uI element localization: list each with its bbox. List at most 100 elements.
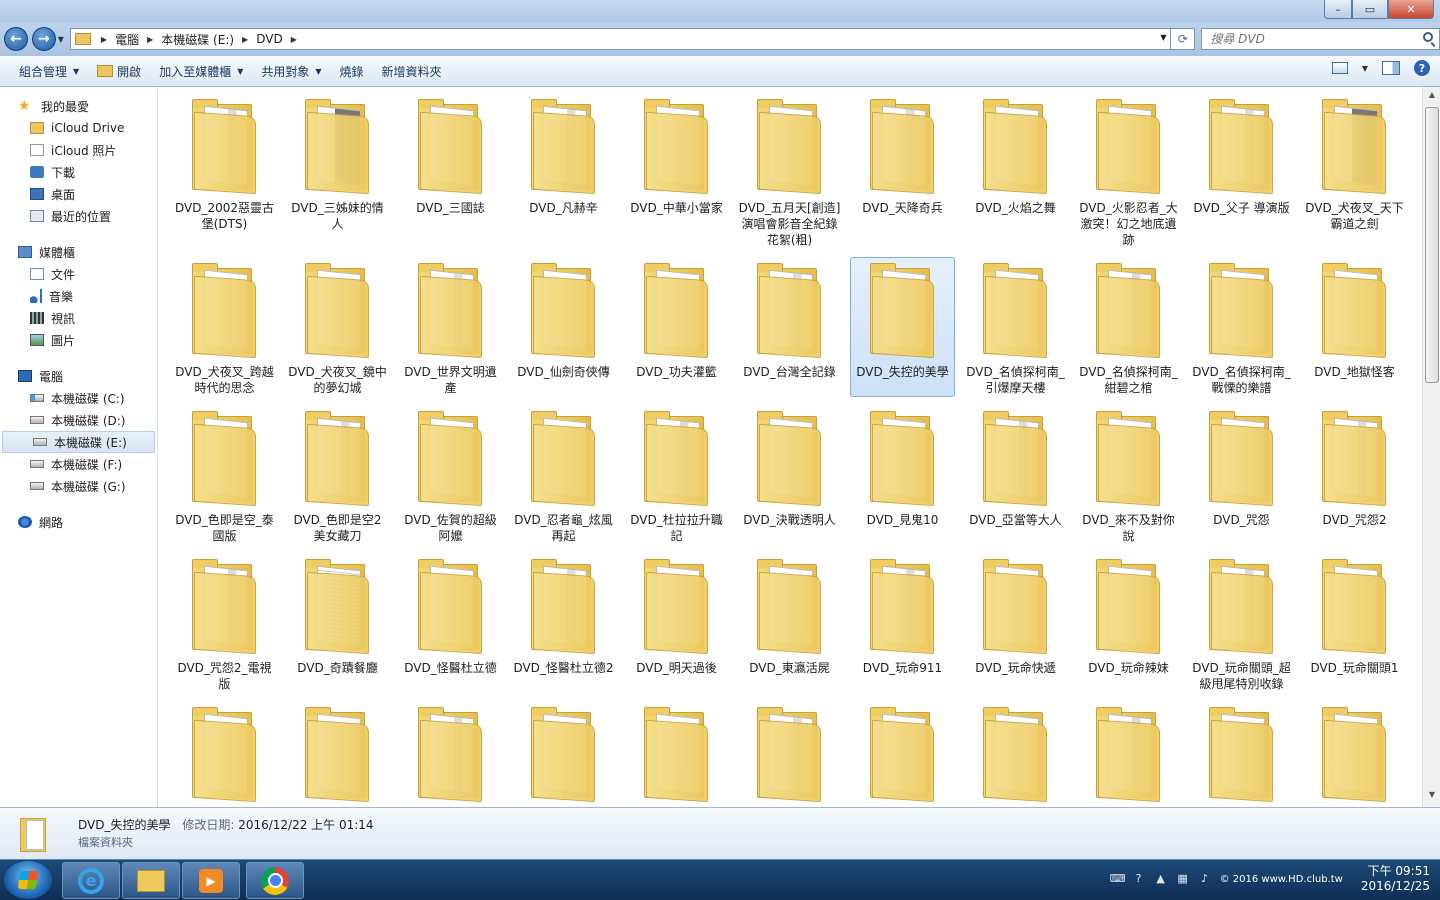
taskbar-windows-explorer[interactable] <box>122 862 180 899</box>
chevron-right-icon[interactable]: ▶ <box>287 35 301 44</box>
share-button[interactable]: 共用對象 ▼ <box>252 59 330 83</box>
folder-item[interactable]: DVD_玩命關頭3_東京甩尾 <box>285 701 390 807</box>
sidebar-item-recent-places[interactable]: 最近的位置 <box>0 205 157 227</box>
address-dropdown-icon[interactable]: ▼ <box>1160 33 1166 42</box>
folder-item[interactable]: DVD_明天過後 <box>624 553 729 693</box>
chevron-right-icon[interactable]: ▶ <box>97 35 111 44</box>
folder-item[interactable]: DVD_火影忍者_大激突！幻之地底遺跡 <box>1076 93 1181 249</box>
sidebar-item-drive-e[interactable]: 本機磁碟 (E:) <box>2 431 155 453</box>
folder-item[interactable]: DVD_咒怨2_電視版 <box>172 553 277 693</box>
chevron-right-icon[interactable]: ▶ <box>143 35 157 44</box>
help-icon[interactable]: ? <box>1414 60 1430 76</box>
folder-item[interactable]: DVD_父子 導演版 <box>1189 93 1294 249</box>
search-icon[interactable] <box>1423 32 1433 42</box>
folder-item[interactable]: DVD_功夫灌籃 <box>624 257 729 397</box>
refresh-button[interactable]: ⟳ <box>1171 28 1196 50</box>
network-icon[interactable]: ▦ <box>1176 872 1190 886</box>
sidebar-item-drive-c[interactable]: 本機磁碟 (C:) <box>0 387 157 409</box>
sidebar-item-documents[interactable]: 文件 <box>0 263 157 285</box>
forward-button[interactable]: → <box>31 27 56 51</box>
folder-item[interactable]: DVD_花田少年史 <box>511 701 616 807</box>
search-box[interactable] <box>1201 28 1440 50</box>
sidebar-item-desktop[interactable]: 桌面 <box>0 183 157 205</box>
minimize-button[interactable]: – <box>1324 0 1352 19</box>
chevron-up-icon[interactable]: ▲ <box>1154 872 1168 886</box>
preview-pane-icon[interactable] <box>1382 61 1400 75</box>
folder-item[interactable]: DVD_芳心朵朵開 <box>737 701 842 807</box>
speaker-icon[interactable]: ♪ <box>1198 872 1212 886</box>
folder-item[interactable]: DVD_亞當等大人 <box>963 405 1068 545</box>
taskbar-media-player[interactable]: ▶ <box>182 862 240 899</box>
open-button[interactable]: 開啟 <box>88 59 150 83</box>
scroll-thumb[interactable] <box>1425 107 1439 383</box>
sidebar-item-drive-f[interactable]: 本機磁碟 (F:) <box>0 453 157 475</box>
sidebar-item-videos[interactable]: 視訊 <box>0 307 157 329</box>
folder-item[interactable]: DVD_來不及對你說 <box>1076 405 1181 545</box>
folder-item[interactable]: DVD_玩命911 <box>850 553 955 693</box>
folder-item[interactable]: DVD_色即是空_泰國版 <box>172 405 277 545</box>
folder-item[interactable]: DVD_見鬼10 <box>850 405 955 545</box>
keyboard-icon[interactable]: ⌨ <box>1110 872 1126 886</box>
new-folder-button[interactable]: 新增資料夾 <box>373 59 451 83</box>
folder-item[interactable]: DVD_名偵探柯南_戰慄的樂譜 <box>1189 257 1294 397</box>
folder-item[interactable]: DVD_名偵探柯南_引爆摩天樓 <box>963 257 1068 397</box>
folder-item[interactable]: DVD_失控的美學 <box>850 257 955 397</box>
add-to-library-button[interactable]: 加入至媒體櫃 ▼ <box>150 59 252 83</box>
change-view-icon[interactable] <box>1331 62 1348 74</box>
sidebar-item-network[interactable]: 網路 <box>0 511 157 533</box>
folder-item[interactable]: DVD_活屍日記 <box>1189 701 1294 807</box>
sidebar-item-downloads[interactable]: 下載 <box>0 161 157 183</box>
folder-item[interactable]: DVD_五月天[創造]演唱會影音全紀錄花絮(粗) <box>737 93 842 249</box>
organize-button[interactable]: 組合管理 ▼ <box>10 59 88 83</box>
folder-item[interactable]: DVD_美女食神 <box>1302 701 1407 807</box>
folder-item[interactable]: DVD_玩命關頭1 <box>1302 553 1407 693</box>
folder-item[interactable]: DVD_犬夜叉_跨越時代的思念 <box>172 257 277 397</box>
folder-item[interactable]: DVD_咒怨 <box>1189 405 1294 545</box>
folder-item[interactable]: DVD_屍地禁區 <box>963 701 1068 807</box>
folder-item[interactable]: DVD_幽遊白書_冥界死鬪篇 炎の絆 <box>1076 701 1181 807</box>
back-button[interactable]: ← <box>4 27 28 51</box>
folder-item[interactable]: DVD_阿基師偷呷步 <box>850 701 955 807</box>
folder-item[interactable]: DVD_中華小當家 <box>624 93 729 249</box>
folder-item[interactable]: DVD_杜拉拉升職記 <box>624 405 729 545</box>
sidebar-item-drive-g[interactable]: 本機磁碟 (G:) <box>0 475 157 497</box>
maximize-button[interactable]: ▭ <box>1352 0 1388 19</box>
address-bar[interactable]: ▶ 電腦 ▶ 本機磁碟 (E:) ▶ DVD ▶ ▼ <box>69 28 1172 50</box>
folder-item[interactable]: DVD_犬夜叉_鏡中的夢幻城 <box>285 257 390 397</box>
folder-item[interactable]: DVD_怪醫杜立德2 <box>511 553 616 693</box>
sidebar-item-drive-d[interactable]: 本機磁碟 (D:) <box>0 409 157 431</box>
burn-button[interactable]: 燒錄 <box>331 59 373 83</box>
search-input[interactable] <box>1210 32 1421 46</box>
folder-item[interactable]: DVD_天降奇兵 <box>850 93 955 249</box>
folder-item[interactable]: DVD_奇蹟餐廳 <box>285 553 390 693</box>
folder-item[interactable]: DVD_玩命關頭_超級甩尾特別收錄 <box>1189 553 1294 693</box>
folder-item[interactable]: DVD_忍者龜_炫風再起 <box>511 405 616 545</box>
sidebar-item-music[interactable]: 音樂 <box>0 285 157 307</box>
help-icon[interactable]: ? <box>1132 872 1146 886</box>
folder-item[interactable]: DVD_玩命快遞 <box>963 553 1068 693</box>
folder-item[interactable]: DVD_火焰之舞 <box>963 93 1068 249</box>
breadcrumb-drive-e[interactable]: 本機磁碟 (E:) <box>157 29 238 49</box>
clock[interactable]: 下午 09:51 2016/12/25 <box>1361 864 1430 894</box>
folder-item[interactable]: DVD_怪醫杜立德 <box>398 553 503 693</box>
scroll-up-icon[interactable]: ▲ <box>1426 90 1438 104</box>
folder-item[interactable]: DVD_色即是空2 美女藏刀 <box>285 405 390 545</box>
folder-item[interactable]: DVD_東瀛活屍 <box>737 553 842 693</box>
chevron-right-icon[interactable]: ▶ <box>238 35 252 44</box>
start-button[interactable] <box>4 861 52 899</box>
folder-item[interactable]: DVD_玩命關頭2_飆風再起 <box>172 701 277 807</box>
folder-item[interactable]: DVD_犬夜叉_天下霸道之劍 <box>1302 93 1407 249</box>
folder-item[interactable]: DVD_咒怨2 <box>1302 405 1407 545</box>
folder-item[interactable]: DVD_台灣全記錄 <box>737 257 842 397</box>
folder-item[interactable]: DVD_玩命辣妹 <box>1076 553 1181 693</box>
folder-item[interactable]: DVD_仙劍奇俠傳 <box>511 257 616 397</box>
folder-item[interactable]: DVD_地獄怪客 <box>1302 257 1407 397</box>
folder-item[interactable]: DVD_佐賀的超級阿嬤 <box>398 405 503 545</box>
recent-pages-dropdown-icon[interactable]: ▼ <box>58 35 64 44</box>
sidebar-item-libraries[interactable]: 媒體櫃 <box>0 241 157 263</box>
sidebar-item-computer[interactable]: 電腦 <box>0 365 157 387</box>
folder-item[interactable]: DVD_三國誌 <box>398 93 503 249</box>
folder-item[interactable]: DVD_空中殺陣 <box>398 701 503 807</box>
taskbar-chrome[interactable] <box>246 862 304 899</box>
close-button[interactable]: ✕ <box>1388 0 1434 19</box>
